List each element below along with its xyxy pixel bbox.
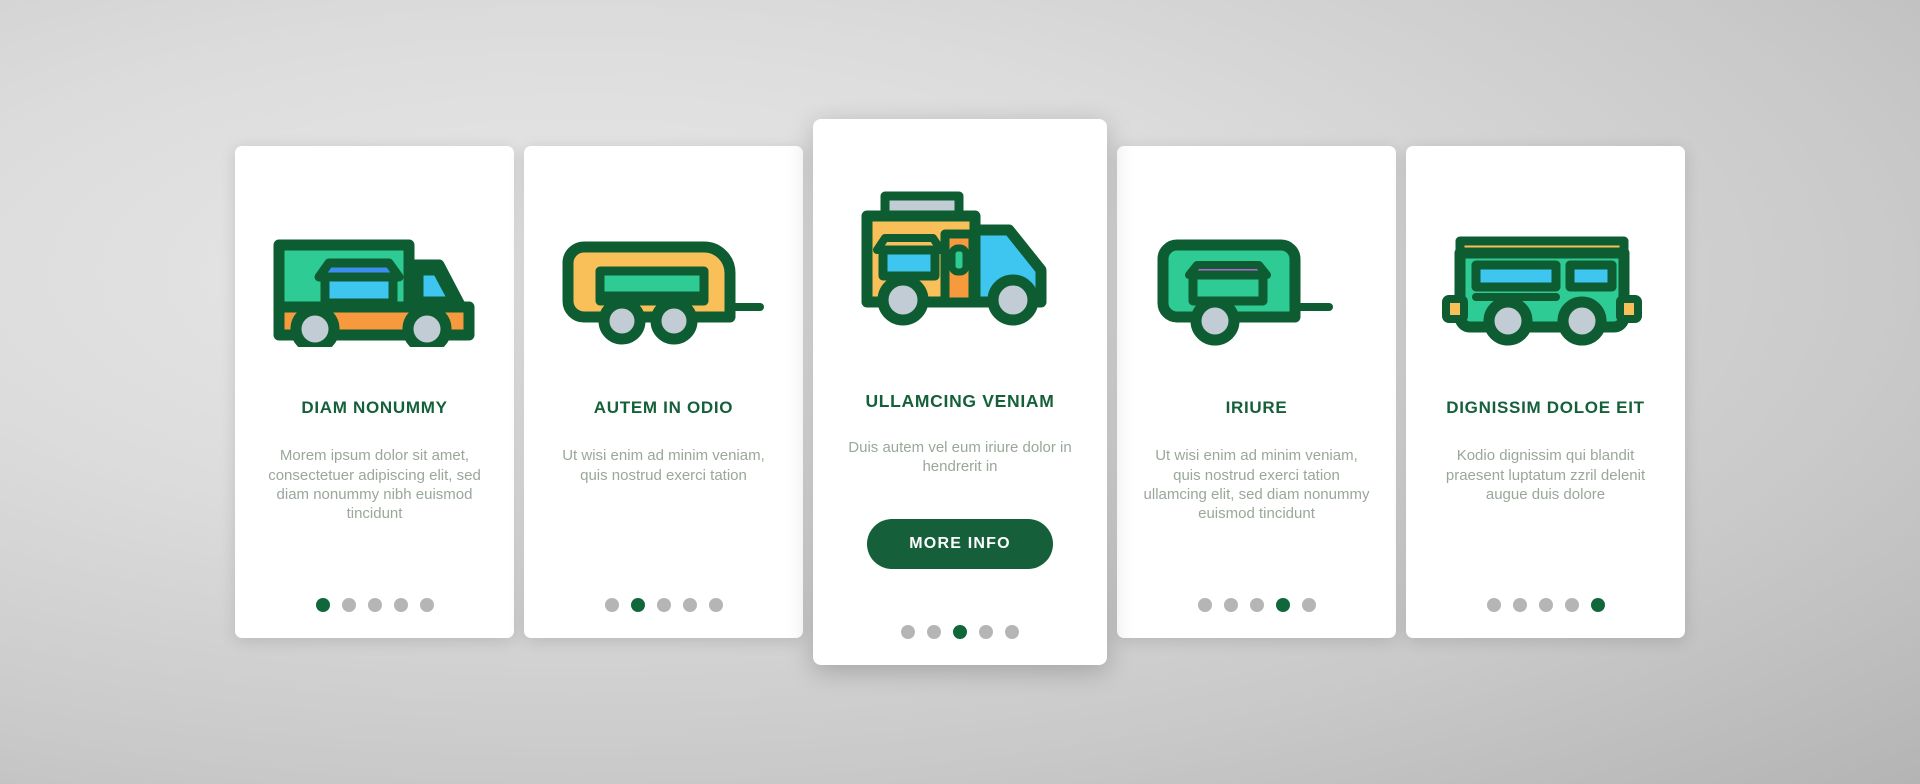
pagination-dot[interactable] [1486,598,1501,612]
food-truck-icon [813,119,1107,391]
card-body: Kodio dignissim qui blandit praesent lup… [1445,447,1646,503]
onboarding-card-2[interactable]: AUTEM IN ODIO Ut wisi enim ad minim veni… [524,146,803,638]
pagination-dot[interactable] [979,625,993,639]
pagination-dot[interactable] [1223,598,1238,612]
pagination-dots [1117,598,1396,612]
pagination-dot[interactable] [708,598,723,612]
card-title: ULLAMCING VENIAM [865,391,1055,411]
card-body: Morem ipsum dolor sit amet, consectetuer… [268,447,481,522]
pagination-dot[interactable] [682,598,697,612]
pagination-dot[interactable] [953,625,967,639]
pagination-dots [813,625,1107,639]
onboarding-card-1[interactable]: DIAM NONUMMY Morem ipsum dolor sit amet,… [235,146,514,638]
card-title: DIGNISSIM DOLOE EIT [1446,398,1645,417]
pagination-dot[interactable] [1275,598,1290,612]
pagination-dots [1406,598,1685,612]
box-trailer-icon [1117,146,1396,398]
pagination-dots [235,598,514,612]
card-body: Duis autem vel eum iriure dolor in hendr… [848,439,1072,476]
pagination-dot[interactable] [927,625,941,639]
pagination-dots [524,598,803,612]
card-title: IRIURE [1225,398,1288,417]
pagination-dot[interactable] [1249,598,1264,612]
card-title: AUTEM IN ODIO [593,398,734,417]
pagination-dot[interactable] [367,598,382,612]
pagination-dot[interactable] [1564,598,1579,612]
pagination-dot[interactable] [656,598,671,612]
pagination-dot[interactable] [1538,598,1553,612]
pagination-dot[interactable] [604,598,619,612]
pagination-dot[interactable] [1512,598,1527,612]
card-title: DIAM NONUMMY [301,398,448,417]
caravan-trailer-icon [524,146,803,398]
onboarding-card-5[interactable]: DIGNISSIM DOLOE EIT Kodio dignissim qui … [1406,146,1685,638]
pagination-dot[interactable] [341,598,356,612]
pagination-dot[interactable] [393,598,408,612]
more-info-button[interactable]: MORE INFO [867,519,1053,570]
pagination-dot[interactable] [419,598,434,612]
pagination-dot[interactable] [1005,625,1019,639]
pickup-truck-with-crate-icon [235,146,514,398]
pagination-dot[interactable] [901,625,915,639]
pagination-dot[interactable] [315,598,330,612]
pagination-dot[interactable] [1197,598,1212,612]
card-body: Ut wisi enim ad minim veniam, quis nostr… [1143,447,1370,522]
pagination-dot[interactable] [630,598,645,612]
onboarding-stage: DIAM NONUMMY Morem ipsum dolor sit amet,… [0,0,1920,784]
pagination-dot[interactable] [1590,598,1605,612]
onboarding-card-4[interactable]: IRIURE Ut wisi enim ad minim veniam, qui… [1117,146,1396,638]
camper-van-icon [1406,146,1685,398]
onboarding-card-3[interactable]: ULLAMCING VENIAM Duis autem vel eum iriu… [813,119,1107,665]
card-body: Ut wisi enim ad minim veniam, quis nostr… [562,447,765,484]
onboarding-cards-row: DIAM NONUMMY Morem ipsum dolor sit amet,… [0,0,1920,784]
pagination-dot[interactable] [1301,598,1316,612]
